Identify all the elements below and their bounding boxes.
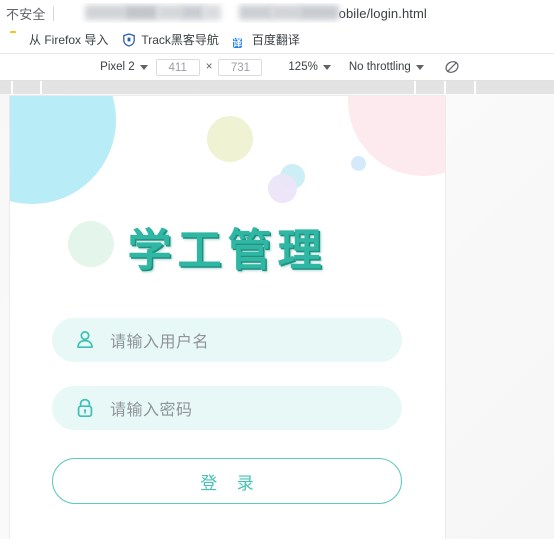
device-viewport: 学工管理 请输入用户名 请输入密码 登 录 bbox=[10, 96, 445, 539]
url-redaction-block bbox=[84, 5, 125, 20]
lock-icon bbox=[74, 397, 96, 419]
url-text: obile/login.html bbox=[338, 5, 427, 21]
password-placeholder: 请输入密码 bbox=[110, 400, 193, 419]
decorative-circle-blue-dot bbox=[351, 156, 366, 171]
translate-icon: 译 bbox=[232, 33, 247, 48]
url-redaction-block bbox=[156, 5, 183, 20]
throttling-label: No throttling bbox=[348, 61, 411, 73]
device-selector-label: Pixel 2 bbox=[100, 61, 135, 73]
folder-icon bbox=[10, 33, 24, 47]
chevron-down-icon bbox=[139, 64, 148, 70]
address-bar[interactable]: 不安全 obile/login.html bbox=[0, 0, 554, 26]
chevron-down-icon bbox=[415, 64, 424, 70]
bookmark-label: 百度翻译 bbox=[251, 33, 300, 47]
bookmark-firefox-import[interactable]: 从 Firefox 导入 bbox=[8, 30, 114, 50]
zoom-level-label: 125% bbox=[288, 61, 318, 73]
page-title: 学工管理 bbox=[127, 225, 328, 276]
username-field[interactable]: 请输入用户名 bbox=[52, 318, 402, 362]
user-icon bbox=[74, 329, 96, 351]
dimension-separator: × bbox=[205, 61, 213, 73]
url-text-container[interactable]: obile/login.html bbox=[61, 3, 548, 23]
device-selector[interactable]: Pixel 2 bbox=[94, 58, 154, 77]
address-bar-divider bbox=[52, 5, 54, 21]
no-throttling-icon[interactable] bbox=[444, 59, 460, 75]
url-redaction-block bbox=[202, 5, 221, 20]
viewport-height-input[interactable]: 731 bbox=[218, 58, 263, 76]
throttling-selector[interactable]: No throttling bbox=[343, 58, 430, 77]
shield-icon bbox=[122, 32, 136, 47]
decorative-circle-yellow bbox=[207, 116, 253, 162]
zoom-selector[interactable]: 125% bbox=[282, 58, 336, 77]
viewport-width-input[interactable]: 411 bbox=[155, 58, 200, 76]
url-redaction-block bbox=[270, 5, 301, 20]
url-redaction-block bbox=[238, 5, 273, 20]
bookmark-baidu-translate[interactable]: 译 百度翻译 bbox=[231, 30, 306, 50]
password-field[interactable]: 请输入密码 bbox=[52, 386, 402, 430]
bookmark-label: 从 Firefox 导入 bbox=[29, 33, 109, 47]
browser-chrome: 不安全 obile/login.html 从 Firefox 导入 Track黑… bbox=[0, 0, 554, 94]
login-button[interactable]: 登 录 bbox=[52, 458, 402, 504]
page-title-row: 学工管理 bbox=[10, 214, 445, 278]
bookmark-track-hacker-nav[interactable]: Track黑客导航 bbox=[120, 30, 225, 50]
login-button-label: 登 录 bbox=[200, 473, 261, 494]
url-redaction-block bbox=[180, 5, 205, 20]
translate-icon-glyph: 译 bbox=[232, 37, 242, 48]
bookmarks-bar: 从 Firefox 导入 Track黑客导航 译 百度翻译 bbox=[0, 26, 554, 54]
emulation-canvas: 学工管理 请输入用户名 请输入密码 登 录 bbox=[0, 94, 554, 539]
device-ruler bbox=[0, 81, 554, 94]
security-status-label: 不安全 bbox=[6, 6, 46, 22]
decorative-circle-purple bbox=[268, 174, 297, 203]
bookmark-label: Track黑客导航 bbox=[141, 33, 219, 47]
url-redaction-block bbox=[123, 5, 158, 20]
device-emulation-toolbar: Pixel 2 411 × 731 125% No throttling bbox=[0, 54, 554, 81]
url-redaction-block bbox=[298, 5, 339, 20]
chevron-down-icon bbox=[322, 64, 331, 70]
username-placeholder: 请输入用户名 bbox=[110, 332, 210, 351]
decorative-circle-cyan-large bbox=[10, 96, 116, 204]
